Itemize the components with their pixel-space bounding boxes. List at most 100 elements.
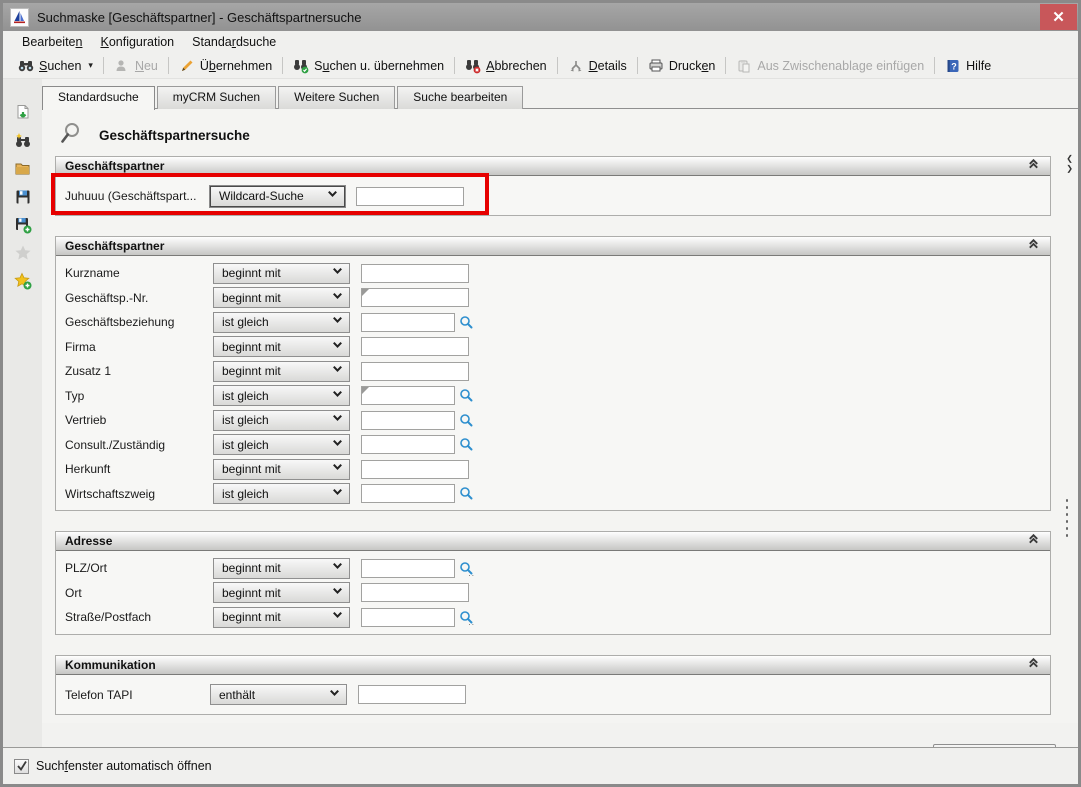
save-icon[interactable] — [13, 187, 33, 207]
lookup-browse-icon[interactable]: .. — [459, 561, 473, 576]
help-button[interactable]: ? Hilfe — [938, 55, 998, 77]
value-input[interactable] — [361, 435, 455, 454]
field-label: Geschäftsp.-Nr. — [65, 291, 213, 305]
form-row: Telefon TAPI enthält — [56, 682, 1050, 708]
operator-select[interactable]: beginnt mit — [213, 361, 350, 382]
apply-button[interactable]: Übernehmen — [172, 55, 279, 77]
close-button[interactable]: ✕ — [1040, 4, 1077, 30]
field-label: Kurzname — [65, 266, 213, 280]
lookup-browse-icon[interactable]: .. — [459, 610, 473, 625]
content-area: Standardsuche myCRM Suchen Weitere Suche… — [42, 79, 1078, 748]
tab-suche-bearbeiten[interactable]: Suche bearbeiten — [397, 86, 523, 109]
add-favorite-icon[interactable] — [13, 271, 33, 291]
title-bar: Suchmaske [Geschäftspartner] - Geschäfts… — [3, 3, 1078, 31]
collapse-icon[interactable] — [1027, 656, 1040, 674]
auto-open-checkbox-label[interactable]: Suchfenster automatisch öffnen — [36, 759, 212, 773]
toolbar-separator — [282, 57, 283, 74]
operator-select[interactable]: ist gleich — [213, 410, 350, 431]
menu-konfiguration[interactable]: Konfiguration — [91, 33, 183, 51]
toolbar-separator — [934, 57, 935, 74]
splitter-handle[interactable] — [1066, 499, 1069, 537]
value-input[interactable] — [361, 460, 469, 479]
pencil-icon — [179, 58, 195, 74]
menu-standardsuche[interactable]: Standardsuche — [183, 33, 285, 51]
smart-field-corner — [362, 289, 369, 296]
search-button[interactable]: Suchen ▾ — [11, 55, 100, 77]
section-header[interactable]: Geschäftspartner — [56, 237, 1050, 256]
operator-select[interactable]: beginnt mit — [213, 263, 350, 284]
lookup-icon[interactable] — [459, 486, 473, 501]
chevron-down-icon — [331, 313, 344, 331]
chevron-down-icon — [331, 411, 344, 429]
lookup-icon[interactable] — [459, 315, 473, 330]
tab-scroll-right-icon[interactable]: ❯ — [1066, 165, 1073, 173]
cancel-button[interactable]: Abbrechen — [458, 55, 553, 77]
tab-scroll-left-icon[interactable]: ❮ — [1066, 155, 1073, 163]
operator-select[interactable]: beginnt mit — [213, 287, 350, 308]
operator-select[interactable]: ist gleich — [213, 483, 350, 504]
footer-bar: Suchfenster automatisch öffnen — [3, 747, 1078, 784]
search-and-apply-button[interactable]: Suchen u. übernehmen — [286, 55, 451, 77]
svg-text:?: ? — [951, 61, 957, 71]
save-as-icon[interactable] — [13, 215, 33, 235]
value-input[interactable] — [361, 386, 455, 405]
details-button[interactable]: Details — [561, 55, 634, 77]
tab-standardsuche[interactable]: Standardsuche — [42, 86, 155, 110]
collapse-icon[interactable] — [1027, 157, 1040, 175]
value-input[interactable] — [361, 583, 469, 602]
value-input[interactable] — [361, 608, 455, 627]
value-input[interactable] — [361, 362, 469, 381]
operator-select[interactable]: ist gleich — [213, 385, 350, 406]
search-magnifier-icon — [59, 121, 85, 150]
tab-mycrm-suchen[interactable]: myCRM Suchen — [157, 86, 276, 109]
auto-open-checkbox[interactable] — [14, 759, 29, 774]
value-input[interactable] — [358, 685, 466, 704]
binoculars-check-icon — [293, 58, 309, 74]
print-button[interactable]: Drucken — [641, 55, 723, 77]
chevron-down-icon — [331, 387, 344, 405]
section-header[interactable]: Adresse — [56, 532, 1050, 551]
binoculars-icon — [18, 58, 34, 74]
collapse-icon[interactable] — [1027, 237, 1040, 255]
smart-field-corner — [362, 387, 369, 394]
value-input[interactable] — [361, 337, 469, 356]
operator-select[interactable]: beginnt mit — [213, 459, 350, 480]
collapse-icon[interactable] — [1027, 532, 1040, 550]
chevron-down-icon — [331, 559, 344, 577]
menu-bearbeiten[interactable]: Bearbeiten — [13, 33, 91, 51]
operator-select[interactable]: beginnt mit — [213, 336, 350, 357]
chevron-down-icon — [331, 460, 344, 478]
section-body: Telefon TAPI enthält — [56, 675, 1050, 714]
new-search-icon[interactable] — [13, 131, 33, 151]
field-label: Consult./Zuständig — [65, 438, 213, 452]
operator-select[interactable]: beginnt mit — [213, 607, 350, 628]
field-label: Herkunft — [65, 462, 213, 476]
lookup-icon[interactable] — [459, 413, 473, 428]
form-row: Wirtschaftszweig ist gleich — [56, 482, 1050, 507]
lookup-icon[interactable] — [459, 388, 473, 403]
section-header[interactable]: Kommunikation — [56, 656, 1050, 675]
operator-select[interactable]: enthält — [210, 684, 347, 705]
value-input[interactable] — [356, 187, 464, 206]
field-label: Telefon TAPI — [65, 688, 210, 702]
search-dropdown-icon[interactable]: ▾ — [88, 60, 93, 71]
operator-select[interactable]: Wildcard-Suche — [210, 186, 345, 207]
operator-select[interactable]: beginnt mit — [213, 582, 350, 603]
operator-select[interactable]: ist gleich — [213, 312, 350, 333]
open-folder-icon[interactable] — [13, 159, 33, 179]
value-input[interactable] — [361, 559, 455, 578]
value-input[interactable] — [361, 313, 455, 332]
lookup-icon[interactable] — [459, 437, 473, 452]
value-input[interactable] — [361, 288, 469, 307]
chevron-down-icon — [331, 436, 344, 454]
operator-select[interactable]: ist gleich — [213, 434, 350, 455]
load-search-icon[interactable] — [13, 103, 33, 123]
chevron-down-icon — [331, 584, 344, 602]
section-header[interactable]: Geschäftspartner — [56, 157, 1050, 176]
toolbar-separator — [557, 57, 558, 74]
operator-select[interactable]: beginnt mit — [213, 558, 350, 579]
tab-weitere-suchen[interactable]: Weitere Suchen — [278, 86, 395, 109]
value-input[interactable] — [361, 264, 469, 283]
value-input[interactable] — [361, 484, 455, 503]
value-input[interactable] — [361, 411, 455, 430]
